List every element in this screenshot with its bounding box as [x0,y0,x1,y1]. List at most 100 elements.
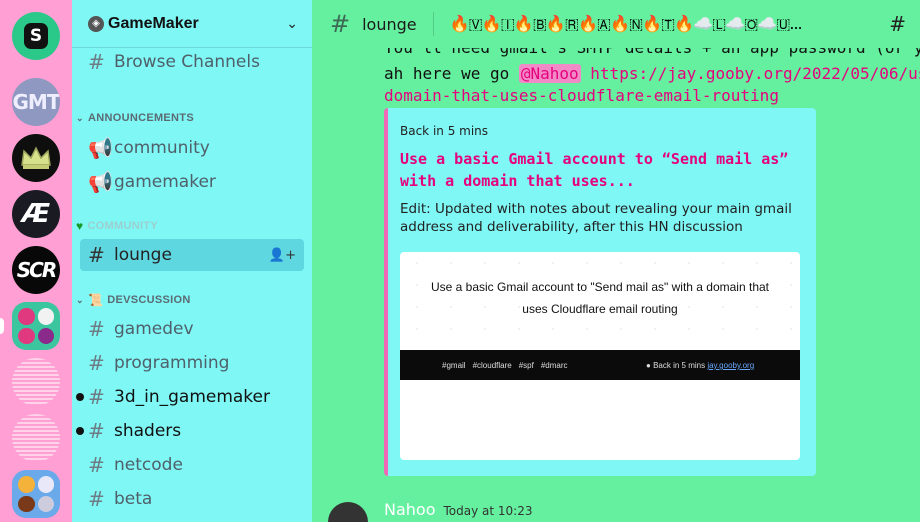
embed-image-title: Use a basic Gmail account to "Send mail … [430,280,769,316]
hash-icon: # [88,385,105,409]
folder-server-icon [18,495,35,512]
folder-server-icon [37,476,54,493]
threads-icon[interactable]: # [889,12,906,36]
channel-community[interactable]: 📢 community [80,132,304,164]
user-mention[interactable]: @Nahoo [518,64,581,83]
channel-label: shaders [114,421,182,441]
channel-3d-in-gamemaker[interactable]: # 3d_in_gamemaker [76,381,304,413]
server-scr[interactable]: SCR [12,246,60,294]
channel-label: community [114,138,210,158]
channel-label: gamemaker [114,172,216,192]
crown-icon [21,146,51,169]
embed-source: ● Back in 5 mins jay.gooby.org [646,361,755,370]
embed-image-footer: #gmail #cloudflare #spf #dmarc ● Back in 5 … [400,350,800,380]
tag: #gmail [442,361,466,370]
channel-gamemaker[interactable]: 📢 gamemaker [80,166,304,198]
link-embed: Back in 5 mins Use a basic Gmail account… [384,108,816,476]
chevron-down-icon: ⌄ [76,112,84,123]
channel-sidebar: ◈ GameMaker ⌄ # Browse Channels ⌄ ANNOUN… [72,0,312,522]
category-devscussion[interactable]: ⌄ 📜 DEVSCUSSION [76,290,306,310]
folder-server-icon [18,476,35,493]
channel-topic[interactable]: 🔥🇻🔥🇮🔥🇧🔥🇷🔥🇦🔥🇳🔥🇹🔥☁️🇱☁️🇴☁️🇺... [450,14,870,34]
chevron-down-icon[interactable]: ⌄ [286,16,298,32]
source-label: Back in 5 mins [653,361,706,370]
embed-title[interactable]: Use a basic Gmail account to “Send mail … [400,148,800,192]
folder-server-icon [37,308,54,325]
message-link[interactable]: https://jay.gooby.org/2022/05/06/use-a-b… [581,64,920,83]
megaphone-icon: 📢 [88,170,113,194]
server-crown-icon[interactable] [12,134,60,182]
embed-image[interactable]: Use a basic Gmail account to "Send mail … [400,252,800,460]
channel-label: programming [114,353,230,373]
server-folder[interactable] [12,470,60,518]
folder-server-icon [18,327,35,344]
channel-shaders[interactable]: # shaders [76,415,304,447]
channel-label: lounge [114,245,172,265]
category-label: DEVSCUSSION [107,294,191,306]
browse-channels-label: Browse Channels [114,52,260,72]
message-link[interactable]: domain-that-uses-cloudflare-email-routin… [384,86,779,105]
category-label: COMMUNITY [87,220,158,232]
add-user-icon[interactable]: 👤+ [269,248,296,263]
hash-icon: # [88,419,105,443]
green-heart-icon: ♥ [76,219,84,233]
source-link: jay.gooby.org [707,361,755,370]
avatar[interactable] [328,502,368,522]
megaphone-icon: 📢 [88,136,113,160]
tag: #cloudflare [472,361,512,370]
chevron-down-icon: ⌄ [76,294,84,305]
home-server-icon[interactable]: S [12,12,60,60]
message-timestamp: Today at 10:23 [443,504,533,518]
message-text: ah here we go @Nahoo https://jay.gooby.o… [384,64,920,83]
channel-beta[interactable]: # beta [80,483,304,515]
server-striped[interactable] [12,414,60,462]
channel-title: lounge [362,14,417,34]
guild-name: GameMaker [108,14,199,32]
tag: #dmarc [540,361,568,370]
server-folder[interactable] [12,302,60,350]
hash-icon: # [88,317,105,341]
folder-server-icon [37,495,54,512]
channel-gamedev[interactable]: # gamedev [80,313,304,345]
hash-icon: # [88,453,105,477]
hash-icon: # [88,351,105,375]
tag-list: #gmail #cloudflare #spf #dmarc [442,361,575,370]
embed-description: Edit: Updated with notes about revealing… [400,201,792,235]
channel-header: # lounge 🔥🇻🔥🇮🔥🇧🔥🇷🔥🇦🔥🇳🔥🇹🔥☁️🇱☁️🇴☁️🇺... # [312,0,920,48]
message-text: You'll need gmail's SMTP details + an ap… [384,48,920,57]
channel-label: beta [114,489,153,509]
server-gmt[interactable]: GMT [12,78,60,126]
server-striped[interactable] [12,358,60,406]
category-label: ANNOUNCEMENTS [88,112,194,124]
divider [432,12,434,36]
channel-programming[interactable]: # programming [80,347,304,379]
folder-server-icon [37,327,54,344]
hash-icon: # [88,243,105,267]
unread-pill [0,318,4,334]
channel-lounge[interactable]: # lounge 👤+ [80,239,304,271]
category-announcements[interactable]: ⌄ ANNOUNCEMENTS [76,108,306,128]
unread-dot [76,393,84,401]
guild-header[interactable]: ◈ GameMaker ⌄ [72,0,312,48]
channel-label: netcode [114,455,183,475]
folder-server-icon [18,308,35,325]
message-list: You'll need gmail's SMTP details + an ap… [312,48,920,522]
home-logo: S [24,23,48,49]
embed-provider[interactable]: Back in 5 mins [400,124,488,138]
browse-channels-icon: # [88,50,105,74]
server-ae[interactable]: Æ [12,190,60,238]
browse-channels[interactable]: # Browse Channels [80,46,304,78]
message-header: Nahoo Today at 10:23 [384,500,532,519]
hash-icon: # [330,10,351,38]
server-rail: S GMT Æ SCR [0,0,72,522]
message-author[interactable]: Nahoo [384,500,436,519]
channel-netcode[interactable]: # netcode [80,449,304,481]
channel-label: gamedev [114,319,194,339]
hash-icon: # [88,487,105,511]
channel-label: 3d_in_gamemaker [114,387,270,407]
tag: #spf [518,361,534,370]
category-community[interactable]: ♥ COMMUNITY [76,216,306,236]
message-prefix: ah here we go [384,64,519,83]
scroll-icon: 📜 [88,293,104,307]
guild-boost-icon: ◈ [88,15,104,32]
